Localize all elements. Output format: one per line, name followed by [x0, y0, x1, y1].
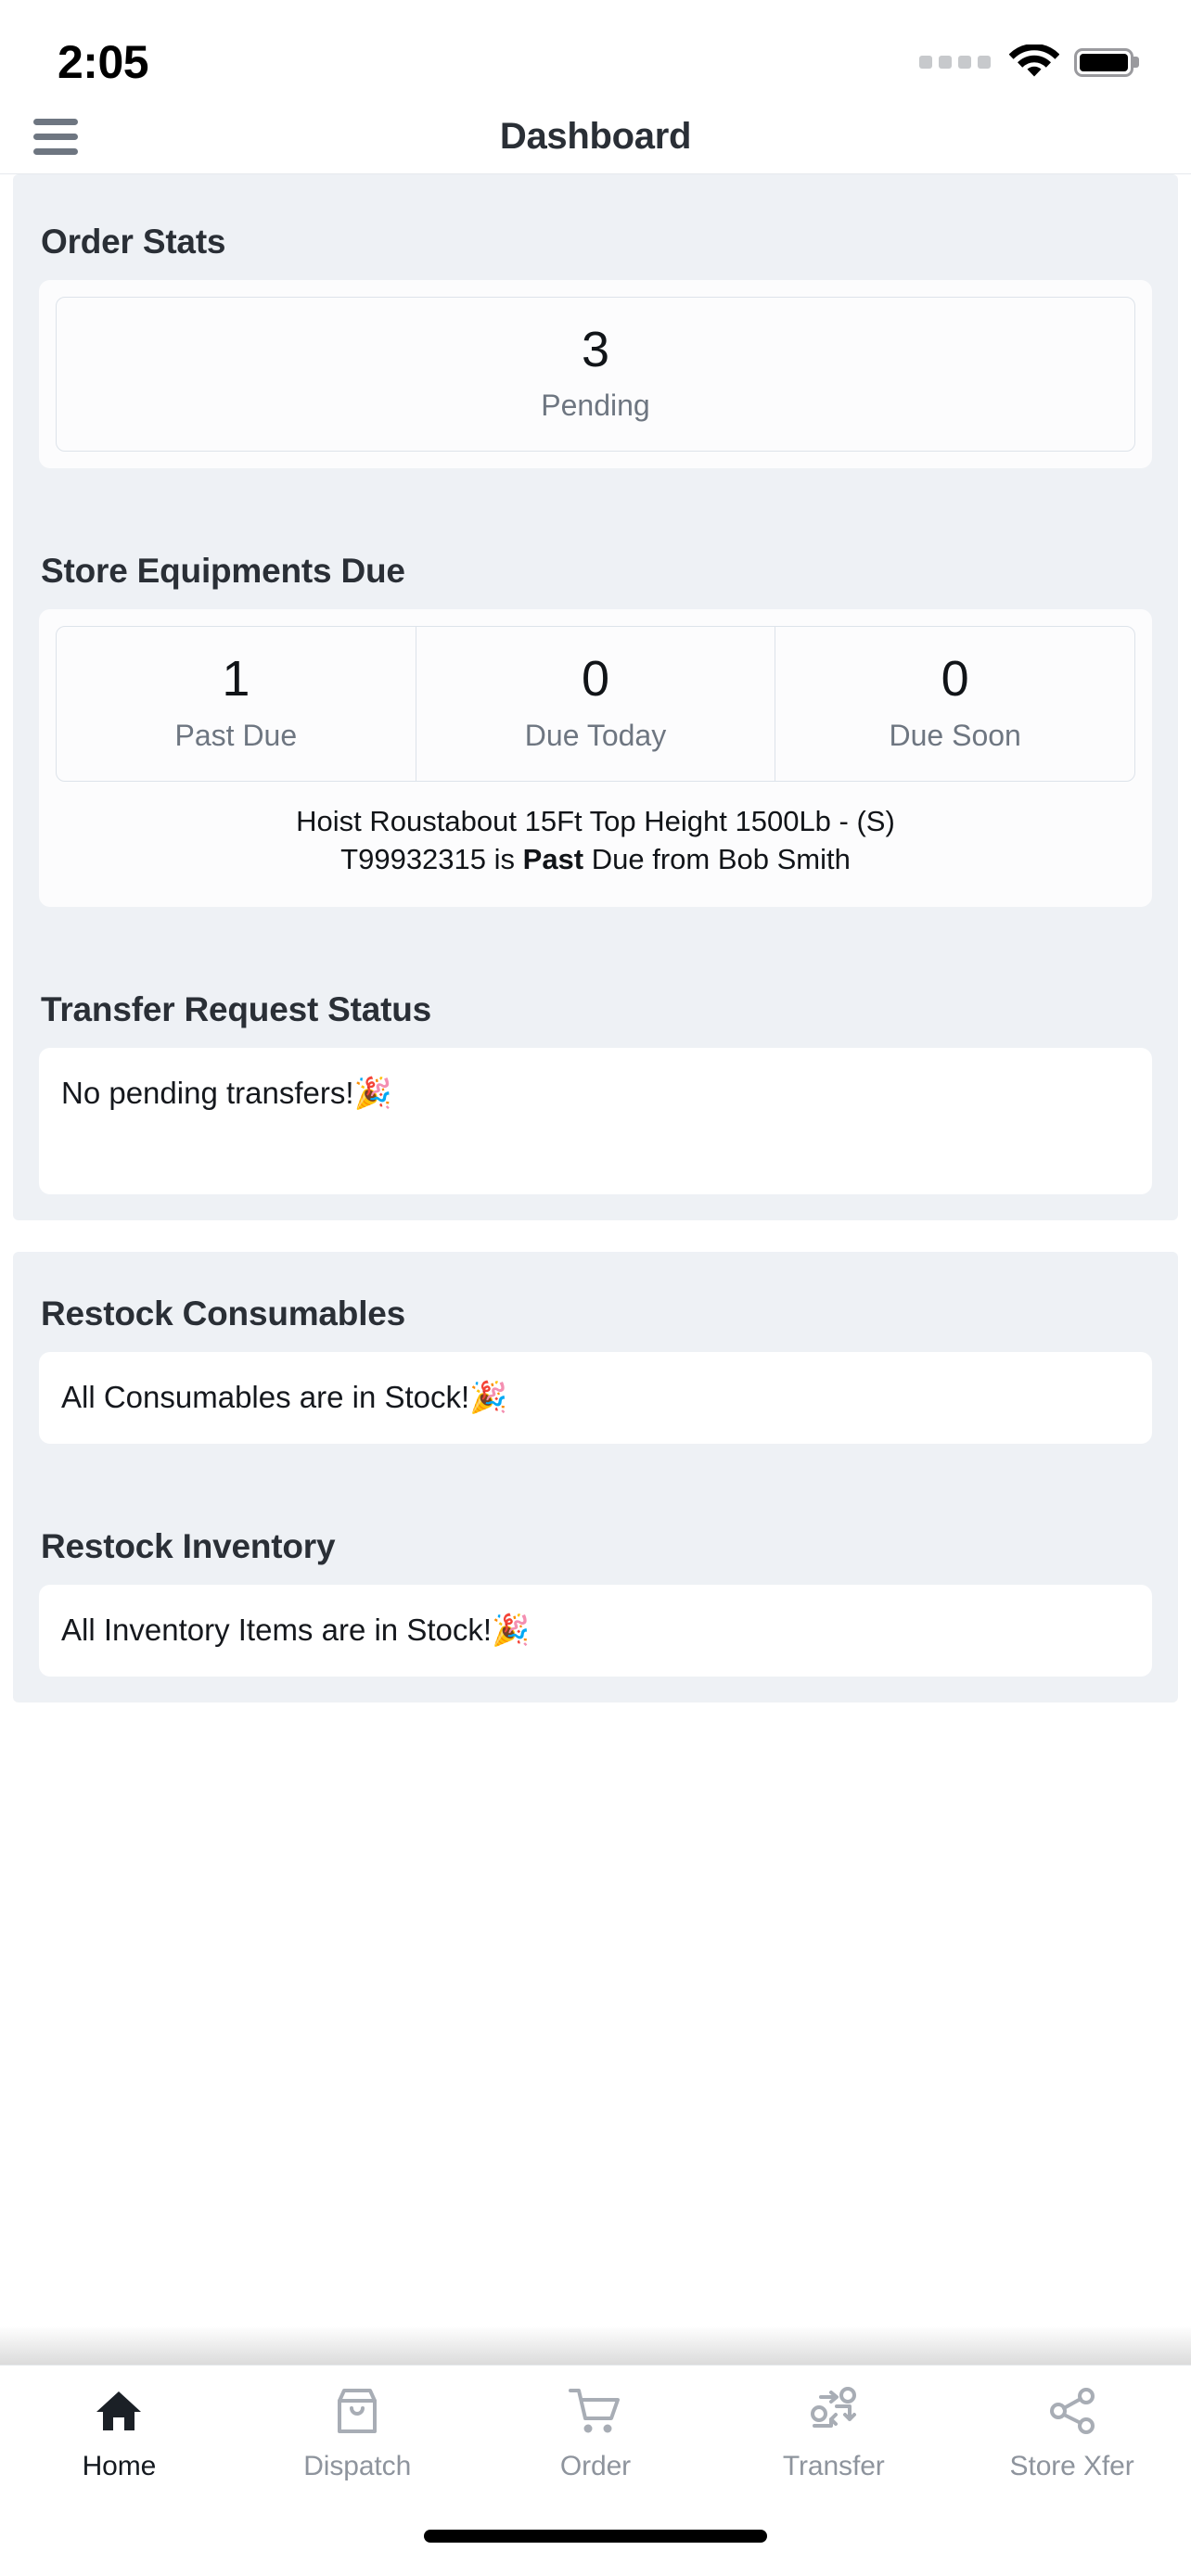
shopping-cart-icon: [568, 2384, 622, 2438]
page-title: Dashboard: [499, 116, 692, 157]
restock-inventory-title: Restock Inventory: [41, 1527, 336, 1565]
store-equipments-due-block: Store Equipments Due 1 Past Due 0 Due To…: [13, 509, 1178, 907]
home-indicator-area: [0, 2513, 1191, 2576]
stat-due-soon-label: Due Soon: [889, 718, 1021, 752]
restock-inventory-card[interactable]: All Inventory Items are in Stock! 🎉: [39, 1585, 1152, 1677]
shopping-bag-icon: [334, 2384, 380, 2438]
stat-due-today-value: 0: [581, 651, 610, 708]
stat-due-soon[interactable]: 0 Due Soon: [775, 627, 1134, 780]
status-bar-indicators: [919, 44, 1133, 81]
bottom-tab-bar: Home Dispatch Order Transfer Store Xfer: [0, 2365, 1191, 2513]
tab-dispatch-label: Dispatch: [303, 2451, 412, 2481]
restock-inventory-block: Restock Inventory All Inventory Items ar…: [13, 1485, 1178, 1677]
stat-past-due[interactable]: 1 Past Due: [57, 627, 416, 781]
scroll-fade-overlay: [0, 2326, 1191, 2365]
tab-store-xfer-label: Store Xfer: [1009, 2451, 1134, 2481]
order-stats-block: Order Stats 3 Pending: [13, 180, 1178, 469]
tab-home[interactable]: Home: [0, 2384, 238, 2482]
restock-consumables-block: Restock Consumables All Consumables are …: [13, 1252, 1178, 1444]
battery-full-icon: [1074, 47, 1133, 77]
order-stats-title: Order Stats: [41, 223, 226, 261]
equipment-stat-grid: 1 Past Due 0 Due Today 0 Due Soon: [56, 626, 1135, 782]
tab-home-label: Home: [82, 2451, 157, 2481]
stat-pending-value: 3: [581, 322, 610, 377]
transfer-nodes-icon: [807, 2384, 861, 2438]
restock-inventory-message: All Inventory Items are in Stock!: [61, 1613, 493, 1647]
transfer-request-status-card[interactable]: No pending transfers! 🎉: [39, 1048, 1152, 1194]
tab-order-label: Order: [559, 2451, 632, 2481]
equipment-note-line2-post: Due from Bob Smith: [583, 843, 851, 876]
tab-dispatch[interactable]: Dispatch: [238, 2384, 477, 2482]
stat-past-due-value: 1: [222, 651, 250, 708]
home-icon: [95, 2384, 143, 2438]
hamburger-menu-icon[interactable]: [33, 119, 78, 155]
store-equipments-due-card[interactable]: 1 Past Due 0 Due Today 0 Due Soon Hoist …: [39, 609, 1152, 907]
tab-transfer[interactable]: Transfer: [714, 2384, 953, 2482]
wifi-icon: [1009, 44, 1059, 76]
share-nodes-icon: [1047, 2384, 1097, 2438]
navigation-bar: Dashboard: [0, 100, 1191, 174]
store-equipments-due-title: Store Equipments Due: [41, 552, 405, 591]
tab-order[interactable]: Order: [477, 2384, 715, 2482]
tab-store-xfer[interactable]: Store Xfer: [953, 2384, 1191, 2482]
signal-dots-icon: [919, 56, 991, 69]
home-indicator[interactable]: [424, 2530, 767, 2543]
equipment-note-line1: Hoist Roustabout 15Ft Top Height 1500Lb …: [296, 804, 895, 837]
status-bar: 2:05: [0, 0, 1191, 100]
stat-pending[interactable]: 3 Pending: [56, 297, 1135, 453]
equipment-note-line2-bold: Past: [522, 843, 584, 876]
tab-transfer-label: Transfer: [782, 2451, 885, 2481]
stat-due-today[interactable]: 0 Due Today: [416, 627, 776, 781]
party-popper-icon: 🎉: [353, 1076, 392, 1110]
dashboard-scroll-area[interactable]: Order Stats 3 Pending Store Equipments D…: [0, 174, 1191, 2365]
party-popper-icon: 🎉: [492, 1613, 531, 1647]
transfer-request-status-title: Transfer Request Status: [41, 990, 432, 1028]
stat-due-today-label: Due Today: [524, 718, 667, 752]
status-bar-time: 2:05: [58, 36, 149, 88]
order-stats-card[interactable]: 3 Pending: [39, 280, 1152, 469]
stat-due-soon-value: 0: [941, 651, 969, 708]
equipment-note-line2-pre: T99932315 is: [340, 843, 523, 876]
app-screen: 2:05 Dashboard Order Stats 3 Pending Sto…: [0, 0, 1191, 2576]
transfer-request-status-block: Transfer Request Status No pending trans…: [13, 948, 1178, 1194]
section-group-restock: Restock Consumables All Consumables are …: [13, 1252, 1178, 1702]
equipment-due-note: Hoist Roustabout 15Ft Top Height 1500Lb …: [39, 782, 1152, 907]
stat-pending-label: Pending: [541, 389, 650, 423]
restock-consumables-title: Restock Consumables: [41, 1294, 406, 1333]
stat-past-due-label: Past Due: [174, 718, 298, 752]
restock-consumables-card[interactable]: All Consumables are in Stock! 🎉: [39, 1352, 1152, 1444]
section-group-operations: Order Stats 3 Pending Store Equipments D…: [13, 174, 1178, 1220]
transfer-status-message: No pending transfers!: [61, 1076, 354, 1110]
restock-consumables-message: All Consumables are in Stock!: [61, 1380, 470, 1414]
party-popper-icon: 🎉: [469, 1380, 508, 1414]
